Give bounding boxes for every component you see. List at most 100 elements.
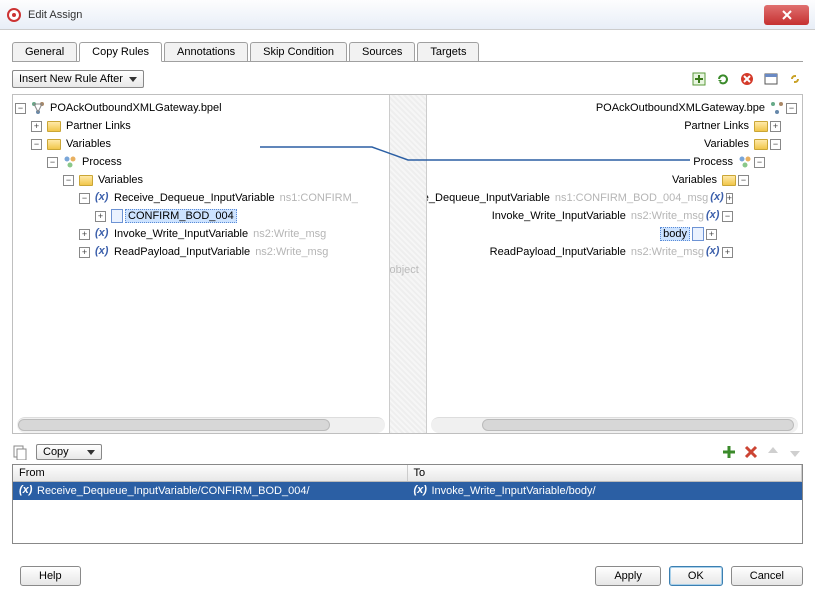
expand-icon[interactable]: + (770, 121, 781, 132)
folder-icon (79, 175, 93, 186)
collapse-icon[interactable]: − (31, 139, 42, 150)
move-down-icon[interactable] (787, 444, 803, 460)
move-up-icon[interactable] (765, 444, 781, 460)
expand-icon[interactable]: + (722, 247, 733, 258)
gutter-label: object (390, 264, 419, 276)
variable-icon (414, 484, 428, 498)
selected-target-node[interactable]: body (660, 227, 690, 241)
collapse-icon[interactable]: − (722, 211, 733, 222)
mapping-panels: − POAckOutboundXMLGateway.bpel + Partner L… (12, 94, 803, 434)
insert-rule-dropdown[interactable]: Insert New Rule After (12, 70, 144, 88)
type-annotation: ns2:Write_msg (631, 210, 704, 222)
partner-links-node[interactable]: Partner Links (681, 120, 752, 132)
collapse-icon[interactable]: − (754, 157, 765, 168)
delete-icon[interactable] (739, 71, 755, 87)
type-annotation: ns2:Write_msg (255, 246, 328, 258)
expand-icon[interactable]: + (95, 211, 106, 222)
variables-node[interactable]: Variables (669, 174, 720, 186)
folder-icon (754, 121, 768, 132)
bpel-file[interactable]: POAckOutboundXMLGateway.bpe (593, 102, 768, 114)
selected-source-node[interactable]: CONFIRM_BOD_004 (125, 209, 237, 223)
mapping-gutter: object (389, 95, 427, 433)
expand-icon[interactable]: + (79, 247, 90, 258)
app-icon (6, 7, 22, 23)
expand-icon[interactable]: + (79, 229, 90, 240)
window-title: Edit Assign (28, 9, 764, 21)
chevron-down-icon (129, 77, 137, 82)
type-annotation: ns2:Write_msg (631, 246, 704, 258)
variable-node[interactable]: Receive_Dequeue_InputVariable (427, 192, 553, 204)
variables-node[interactable]: Variables (63, 138, 114, 150)
target-tree-panel: POAckOutboundXMLGateway.bpe − Partner Lin… (427, 95, 803, 433)
variable-icon (710, 191, 723, 205)
element-icon (111, 209, 123, 223)
folder-icon (754, 139, 768, 150)
tab-general[interactable]: General (12, 42, 77, 61)
link-icon[interactable] (787, 71, 803, 87)
variable-icon (706, 209, 720, 223)
to-value: Invoke_Write_InputVariable/body/ (432, 485, 596, 497)
variable-node[interactable]: Receive_Dequeue_InputVariable (111, 192, 278, 204)
cancel-button[interactable]: Cancel (731, 566, 803, 586)
variable-icon (19, 484, 33, 498)
bpel-icon (770, 101, 784, 115)
collapse-icon[interactable]: − (15, 103, 26, 114)
variable-icon (95, 245, 109, 259)
copy-mode-dropdown[interactable]: Copy (36, 444, 102, 460)
collapse-icon[interactable]: − (786, 103, 797, 114)
process-node[interactable]: Process (690, 156, 736, 168)
expand-icon[interactable]: + (726, 193, 733, 204)
copy-icon (12, 444, 28, 460)
variable-node[interactable]: Invoke_Write_InputVariable (111, 228, 251, 240)
refresh-icon[interactable] (715, 71, 731, 87)
element-icon (692, 227, 704, 241)
process-node[interactable]: Process (79, 156, 125, 168)
process-icon (738, 155, 752, 169)
delete-rule-icon[interactable] (743, 444, 759, 460)
source-tree-panel: − POAckOutboundXMLGateway.bpel + Partner L… (13, 95, 389, 433)
add-rule-icon[interactable] (721, 444, 737, 460)
collapse-icon[interactable]: − (47, 157, 58, 168)
collapse-icon[interactable]: − (738, 175, 749, 186)
variables-node[interactable]: Variables (95, 174, 146, 186)
ok-button[interactable]: OK (669, 566, 723, 586)
process-icon (63, 155, 77, 169)
tab-annotations[interactable]: Annotations (164, 42, 248, 61)
variables-node[interactable]: Variables (701, 138, 752, 150)
partner-links-node[interactable]: Partner Links (63, 120, 134, 132)
toolbar (691, 71, 803, 87)
tab-bar: General Copy Rules Annotations Skip Cond… (12, 42, 803, 62)
apply-button[interactable]: Apply (595, 566, 661, 586)
collapse-icon[interactable]: − (770, 139, 781, 150)
horizontal-scrollbar[interactable] (431, 417, 799, 433)
variable-node[interactable]: Invoke_Write_InputVariable (489, 210, 629, 222)
tab-targets[interactable]: Targets (417, 42, 479, 61)
folder-icon (47, 139, 61, 150)
variable-icon (95, 191, 109, 205)
horizontal-scrollbar[interactable] (17, 417, 385, 433)
folder-icon (722, 175, 736, 186)
variable-node[interactable]: ReadPayload_InputVariable (111, 246, 253, 258)
collapse-icon[interactable]: − (79, 193, 90, 204)
column-from[interactable]: From (13, 465, 408, 481)
tab-copy-rules[interactable]: Copy Rules (79, 42, 162, 62)
column-to[interactable]: To (408, 465, 803, 481)
tab-sources[interactable]: Sources (349, 42, 415, 61)
title-bar: Edit Assign (0, 0, 815, 30)
close-button[interactable] (764, 5, 809, 25)
copy-mode-label: Copy (43, 446, 69, 458)
copy-rules-table: From To Receive_Dequeue_InputVariable/CO… (12, 464, 803, 544)
add-icon[interactable] (691, 71, 707, 87)
folder-icon (47, 121, 61, 132)
table-row[interactable]: Receive_Dequeue_InputVariable/CONFIRM_BO… (13, 482, 802, 500)
variable-node[interactable]: ReadPayload_InputVariable (487, 246, 629, 258)
tab-skip-condition[interactable]: Skip Condition (250, 42, 347, 61)
collapse-icon[interactable]: − (63, 175, 74, 186)
insert-rule-label: Insert New Rule After (19, 73, 123, 85)
bpel-file[interactable]: POAckOutboundXMLGateway.bpel (47, 102, 225, 114)
maximize-icon[interactable] (763, 71, 779, 87)
variable-icon (95, 227, 109, 241)
help-button[interactable]: Help (20, 566, 81, 586)
expand-icon[interactable]: + (31, 121, 42, 132)
expand-icon[interactable]: + (706, 229, 717, 240)
